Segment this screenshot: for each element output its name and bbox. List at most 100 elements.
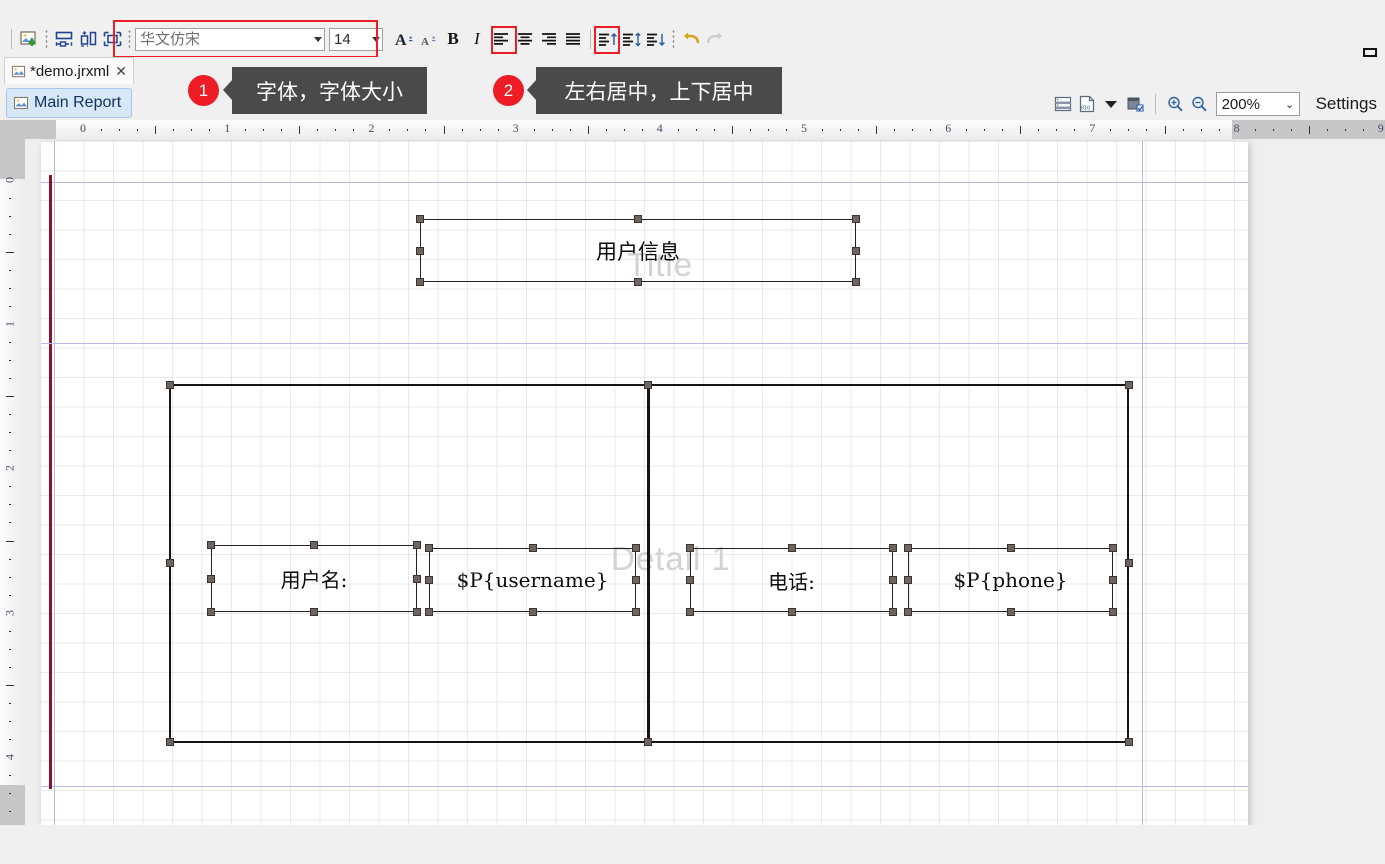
element-size-icon[interactable]: [76, 27, 100, 51]
align-justify-icon[interactable]: [561, 27, 585, 51]
align-left-icon[interactable]: [489, 27, 513, 51]
band-layout-icon[interactable]: [52, 27, 76, 51]
resize-handle[interactable]: [207, 541, 215, 549]
main-report-button[interactable]: Main Report: [6, 88, 132, 118]
ruler-tick: [1219, 129, 1220, 131]
resize-handle[interactable]: [632, 544, 640, 552]
italic-button[interactable]: I: [465, 27, 489, 51]
resize-handle[interactable]: [1125, 381, 1133, 389]
align-middle-icon[interactable]: [620, 27, 644, 51]
resize-handle[interactable]: [852, 215, 860, 223]
resize-handle[interactable]: [632, 608, 640, 616]
svg-text:010: 010: [1081, 106, 1090, 112]
resize-handle[interactable]: [644, 738, 652, 746]
resize-handle[interactable]: [686, 608, 694, 616]
resize-handle[interactable]: [413, 608, 421, 616]
resize-handle[interactable]: [425, 544, 433, 552]
chevron-down-icon[interactable]: [369, 29, 382, 50]
title-textfield[interactable]: 用户信息: [420, 219, 856, 282]
resize-handle[interactable]: [207, 608, 215, 616]
resize-handle[interactable]: [852, 247, 860, 255]
minimize-icon[interactable]: [1363, 48, 1377, 57]
resize-handle[interactable]: [632, 576, 640, 584]
resize-handle[interactable]: [889, 608, 897, 616]
align-top-icon[interactable]: [596, 27, 620, 51]
detail-frame-divider[interactable]: [647, 384, 650, 743]
chevron-down-icon[interactable]: [311, 29, 324, 50]
align-center-icon[interactable]: [513, 27, 537, 51]
vruler-tick: [9, 577, 11, 578]
phone-field[interactable]: $P{phone}: [908, 548, 1113, 612]
align-bottom-icon[interactable]: [644, 27, 668, 51]
undo-icon[interactable]: [679, 27, 703, 51]
resize-handle[interactable]: [1109, 608, 1117, 616]
fit-selection-icon[interactable]: [100, 27, 124, 51]
resize-handle[interactable]: [889, 544, 897, 552]
ruler-tick-label: 7: [1089, 121, 1095, 136]
resize-handle[interactable]: [425, 608, 433, 616]
report-canvas[interactable]: Title Detail 1 用户信息用户名:$P{username}电话:$P…: [41, 141, 1248, 825]
resize-handle[interactable]: [416, 215, 424, 223]
resize-handle[interactable]: [1007, 544, 1015, 552]
chevron-down-icon[interactable]: ⌄: [1281, 98, 1299, 111]
resize-handle[interactable]: [904, 576, 912, 584]
phone-field-text: $P{phone}: [953, 568, 1067, 592]
vertical-ruler[interactable]: 01234: [0, 139, 26, 825]
font-size-combo[interactable]: 14: [329, 28, 383, 51]
resize-handle[interactable]: [852, 278, 860, 286]
chevron-down-icon[interactable]: [1099, 92, 1123, 116]
resize-handle[interactable]: [1109, 544, 1117, 552]
resize-handle[interactable]: [686, 576, 694, 584]
resize-handle[interactable]: [634, 278, 642, 286]
phone-label[interactable]: 电话:: [690, 548, 893, 612]
new-report-icon[interactable]: [17, 27, 41, 51]
resize-handle[interactable]: [1109, 576, 1117, 584]
decrease-font-size-icon[interactable]: A: [417, 27, 441, 51]
close-icon[interactable]: ✕: [115, 63, 127, 80]
redo-icon[interactable]: [703, 27, 727, 51]
resize-handle[interactable]: [310, 541, 318, 549]
zoom-out-icon[interactable]: [1188, 92, 1212, 116]
align-right-icon[interactable]: [537, 27, 561, 51]
increase-font-size-icon[interactable]: A: [393, 27, 417, 51]
resize-handle[interactable]: [207, 575, 215, 583]
compile-report-icon[interactable]: [1123, 92, 1147, 116]
resize-handle[interactable]: [788, 544, 796, 552]
vruler-tick: [6, 252, 14, 253]
resize-handle[interactable]: [416, 247, 424, 255]
resize-handle[interactable]: [904, 608, 912, 616]
ruler-tick: [480, 129, 481, 131]
report-design-area[interactable]: Title Detail 1 用户信息用户名:$P{username}电话:$P…: [25, 139, 1385, 825]
font-family-combo[interactable]: 华文仿宋: [135, 28, 325, 51]
resize-handle[interactable]: [166, 738, 174, 746]
resize-handle[interactable]: [634, 215, 642, 223]
resize-handle[interactable]: [310, 608, 318, 616]
resize-handle[interactable]: [686, 544, 694, 552]
resize-handle[interactable]: [413, 575, 421, 583]
resize-handle[interactable]: [889, 576, 897, 584]
resize-handle[interactable]: [166, 381, 174, 389]
username-label[interactable]: 用户名:: [211, 545, 417, 612]
resize-handle[interactable]: [904, 544, 912, 552]
resize-handle[interactable]: [1007, 608, 1015, 616]
resize-handle[interactable]: [529, 544, 537, 552]
resize-handle[interactable]: [644, 381, 652, 389]
dataset-icon[interactable]: [1051, 92, 1075, 116]
binary-data-icon[interactable]: 010: [1075, 92, 1099, 116]
zoom-level-combo[interactable]: 200% ⌄: [1216, 92, 1300, 116]
resize-handle[interactable]: [1125, 559, 1133, 567]
resize-handle[interactable]: [416, 278, 424, 286]
resize-handle[interactable]: [788, 608, 796, 616]
zoom-in-icon[interactable]: [1164, 92, 1188, 116]
settings-button[interactable]: Settings: [1316, 94, 1377, 114]
resize-handle[interactable]: [529, 608, 537, 616]
resize-handle[interactable]: [1125, 738, 1133, 746]
tab-demo-jrxml[interactable]: *demo.jrxml ✕: [4, 57, 134, 84]
resize-handle[interactable]: [413, 541, 421, 549]
resize-handle[interactable]: [166, 559, 174, 567]
username-field[interactable]: $P{username}: [429, 548, 636, 612]
bold-button[interactable]: B: [441, 27, 465, 51]
resize-handle[interactable]: [425, 576, 433, 584]
horizontal-ruler[interactable]: 0123456789: [0, 120, 1385, 140]
ruler-tick: [444, 126, 445, 134]
